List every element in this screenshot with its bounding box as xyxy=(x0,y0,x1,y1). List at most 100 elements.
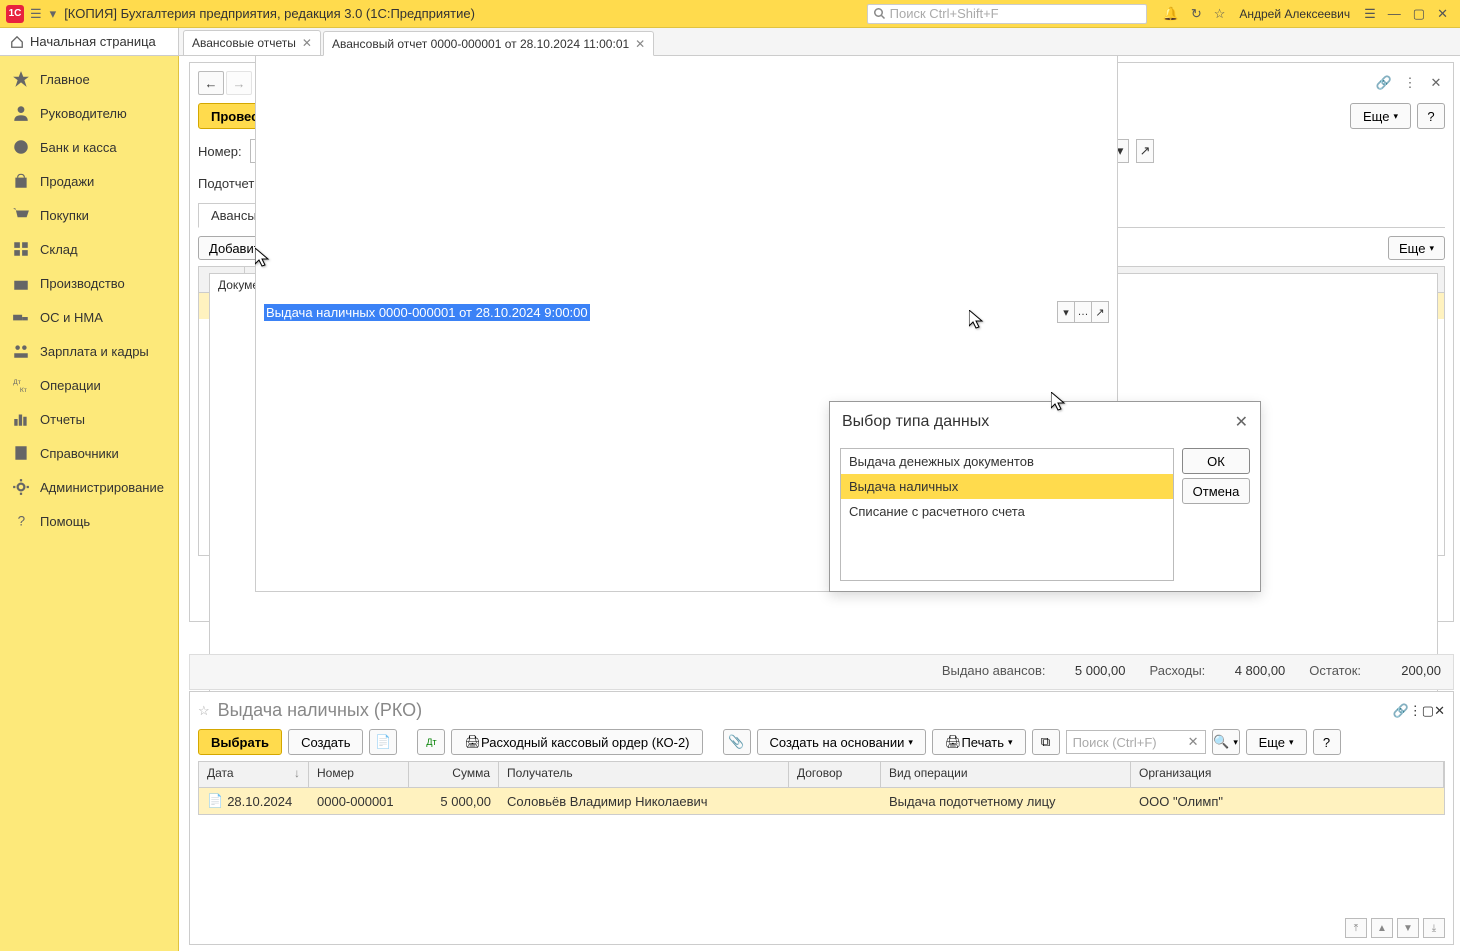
sidebar-item-assets[interactable]: ОС и НМА xyxy=(0,300,178,334)
sidebar-item-purchases[interactable]: Покупки xyxy=(0,198,178,232)
ko2-button[interactable]: 🖨 Расходный кассовый ордер (КО-2) xyxy=(451,729,702,755)
close-icon[interactable]: ✕ xyxy=(1437,6,1448,22)
col-date[interactable]: Дата↓ xyxy=(199,762,309,787)
link-icon[interactable]: 🔗 xyxy=(1393,703,1409,719)
minimize-icon[interactable]: — xyxy=(1388,6,1401,21)
select-icon[interactable]: … xyxy=(1074,301,1092,323)
sidebar: Главное Руководителю Банк и касса Продаж… xyxy=(0,56,179,951)
nav-back-button[interactable]: ← xyxy=(198,71,224,95)
sidebar-item-label: Администрирование xyxy=(40,480,164,495)
sidebar-item-refs[interactable]: Справочники xyxy=(0,436,178,470)
titlebar: 1C ☰ ▾ [КОПИЯ] Бухгалтерия предприятия, … xyxy=(0,0,1460,28)
list-item[interactable]: Выдача денежных документов xyxy=(841,449,1173,474)
sidebar-item-label: Главное xyxy=(40,72,90,87)
home-tab-label: Начальная страница xyxy=(30,34,156,49)
doc-text: Выдача наличных 0000-000001 от 28.10.202… xyxy=(264,304,590,321)
sidebar-item-sales[interactable]: Продажи xyxy=(0,164,178,198)
settings-icon[interactable]: ☰ xyxy=(1364,6,1376,22)
sidebar-item-label: Руководителю xyxy=(40,106,127,121)
col-contract[interactable]: Договор xyxy=(789,762,881,787)
user-label[interactable]: Андрей Алексеевич xyxy=(1239,7,1350,21)
sidebar-item-manager[interactable]: Руководителю xyxy=(0,96,178,130)
col-receiver[interactable]: Получатель xyxy=(499,762,789,787)
cart-icon xyxy=(12,206,30,224)
create-basis-button[interactable]: Создать на основании ▾ xyxy=(757,729,926,755)
star-icon[interactable]: ☆ xyxy=(1214,6,1226,22)
tab-avans-reports[interactable]: Авансовые отчеты ✕ xyxy=(183,30,321,55)
copy-button[interactable]: 📄 xyxy=(369,729,397,755)
cash-table: Дата↓ Номер Сумма Получатель Договор Вид… xyxy=(198,761,1445,815)
attach-button[interactable]: 📎 xyxy=(723,729,751,755)
more-button[interactable]: Еще ▾ xyxy=(1388,236,1445,260)
menu-icon[interactable]: ☰ xyxy=(30,6,42,22)
nav-forward-button[interactable]: → xyxy=(226,71,252,95)
search-input[interactable]: Поиск (Ctrl+F) ✕ xyxy=(1066,730,1206,754)
open-icon[interactable]: ↗ xyxy=(1136,139,1154,163)
table-row[interactable]: 📄28.10.2024 0000-000001 5 000,00 Соловьё… xyxy=(199,788,1444,814)
select-button[interactable]: Выбрать xyxy=(198,729,282,755)
create-button[interactable]: Создать xyxy=(288,729,363,755)
list-item[interactable]: Выдача наличных xyxy=(841,474,1173,499)
create-basis-label: Создать на основании xyxy=(770,735,905,750)
book-icon xyxy=(12,444,30,462)
ok-button[interactable]: ОК xyxy=(1182,448,1250,474)
sidebar-item-bank[interactable]: Банк и касса xyxy=(0,130,178,164)
page-first-button[interactable]: ⤒ xyxy=(1345,918,1367,938)
clear-icon[interactable]: ✕ xyxy=(1188,734,1199,750)
list-item[interactable]: Списание с расчетного счета xyxy=(841,499,1173,524)
maximize-icon[interactable]: ▢ xyxy=(1413,6,1425,22)
operations-icon: ДтКт xyxy=(12,376,30,394)
print-button[interactable]: 🖨 Печать ▾ xyxy=(932,729,1026,755)
link-icon[interactable]: 🔗 xyxy=(1375,74,1393,92)
sidebar-item-label: ОС и НМА xyxy=(40,310,103,325)
col-number[interactable]: Номер xyxy=(309,762,409,787)
cell-date: 📄28.10.2024 xyxy=(199,789,309,813)
kebab-icon[interactable]: ⋮ xyxy=(1409,703,1422,719)
sidebar-item-payroll[interactable]: Зарплата и кадры xyxy=(0,334,178,368)
help-button[interactable]: ? xyxy=(1417,103,1445,129)
history-icon[interactable]: ↻ xyxy=(1191,6,1202,22)
cell-number: 0000-000001 xyxy=(309,790,409,813)
cell-org: ООО "Олимп" xyxy=(1131,790,1444,813)
help-button[interactable]: ? xyxy=(1313,729,1341,755)
sidebar-item-help[interactable]: ?Помощь xyxy=(0,504,178,538)
search-placeholder: Поиск (Ctrl+F) xyxy=(1073,735,1157,750)
col-operation[interactable]: Вид операции xyxy=(881,762,1131,787)
maximize-icon[interactable]: ▢ xyxy=(1422,703,1434,719)
more-label: Еще xyxy=(1399,241,1425,256)
more-button[interactable]: Еще ▾ xyxy=(1350,103,1411,129)
sidebar-item-admin[interactable]: Администрирование xyxy=(0,470,178,504)
related-button[interactable]: ⧉ xyxy=(1032,729,1060,755)
more-label: Еще xyxy=(1259,735,1285,750)
dropdown-icon[interactable]: ▾ xyxy=(1057,301,1075,323)
open-icon[interactable]: ↗ xyxy=(1091,301,1109,323)
bell-icon[interactable]: 🔔 xyxy=(1163,6,1179,22)
search-button[interactable]: 🔍▾ xyxy=(1212,729,1240,755)
cancel-button[interactable]: Отмена xyxy=(1182,478,1250,504)
more-button[interactable]: Еще ▾ xyxy=(1246,729,1307,755)
kebab-icon[interactable]: ⋮ xyxy=(1401,74,1419,92)
favorite-icon[interactable]: ☆ xyxy=(198,703,210,719)
sidebar-item-main[interactable]: Главное xyxy=(0,62,178,96)
close-icon[interactable]: ✕ xyxy=(1434,703,1445,719)
tab-avans-report-doc[interactable]: Авансовый отчет 0000-000001 от 28.10.202… xyxy=(323,31,654,56)
close-icon[interactable]: ✕ xyxy=(302,36,312,50)
close-icon[interactable]: ✕ xyxy=(1427,74,1445,92)
close-icon[interactable]: ✕ xyxy=(1235,412,1248,432)
sidebar-item-production[interactable]: Производство xyxy=(0,266,178,300)
close-icon[interactable]: ✕ xyxy=(635,37,645,51)
home-tab[interactable]: Начальная страница xyxy=(0,28,179,56)
sidebar-item-operations[interactable]: ДтКтОперации xyxy=(0,368,178,402)
col-sum[interactable]: Сумма xyxy=(409,762,499,787)
number-label: Номер: xyxy=(198,144,242,159)
sidebar-item-reports[interactable]: Отчеты xyxy=(0,402,178,436)
sidebar-item-warehouse[interactable]: Склад xyxy=(0,232,178,266)
col-org[interactable]: Организация xyxy=(1131,762,1444,787)
balance-value: 200,00 xyxy=(1371,663,1441,681)
global-search[interactable]: Поиск Ctrl+Shift+F xyxy=(867,4,1147,24)
dtkt-button[interactable]: Дт xyxy=(417,729,445,755)
dropdown-icon[interactable]: ▾ xyxy=(50,6,57,22)
page-up-button[interactable]: ▲ xyxy=(1371,918,1393,938)
page-last-button[interactable]: ⤓ xyxy=(1423,918,1445,938)
page-down-button[interactable]: ▼ xyxy=(1397,918,1419,938)
